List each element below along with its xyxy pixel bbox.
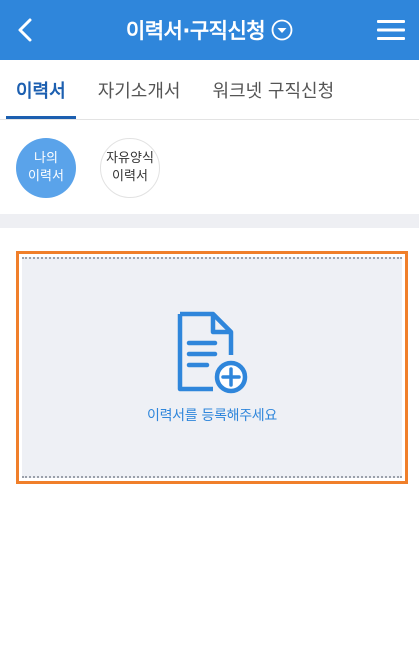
chip-label-line2: 이력서 [112,169,148,184]
chip-label-line1: 나의 [34,151,58,166]
app-header: 이력서·구직신청 [0,0,419,60]
page-title: 이력서·구직신청 [125,19,266,43]
menu-button[interactable] [371,10,411,50]
chip-label-line1: 자유양식 [106,151,154,166]
register-resume-button[interactable]: 이력서를 등록해주세요 [16,251,408,484]
chip-label-line2: 이력서 [28,169,64,184]
upload-prompt-text: 이력서를 등록해주세요 [147,407,277,424]
chevron-left-icon [18,18,32,42]
circle-chevron-down-icon [271,19,293,41]
section-divider [0,214,419,228]
tab-cover-letter[interactable]: 자기소개서 [88,60,191,119]
tab-resume[interactable]: 이력서 [6,60,76,119]
tab-worknet-job-application[interactable]: 워크넷 구직신청 [203,60,345,119]
chip-my-resume[interactable]: 나의이력서 [16,138,76,198]
hamburger-menu-icon [377,20,405,40]
back-button[interactable] [8,10,44,50]
upload-inner: 이력서를 등록해주세요 [22,257,402,478]
title-dropdown[interactable]: 이력서·구직신청 [126,15,293,45]
chip-free-form-resume[interactable]: 자유양식이력서 [100,138,160,198]
resume-type-chips: 나의이력서 자유양식이력서 [16,138,160,198]
tab-bar: 이력서 자기소개서 워크넷 구직신청 [0,60,419,120]
document-add-icon [177,311,248,393]
